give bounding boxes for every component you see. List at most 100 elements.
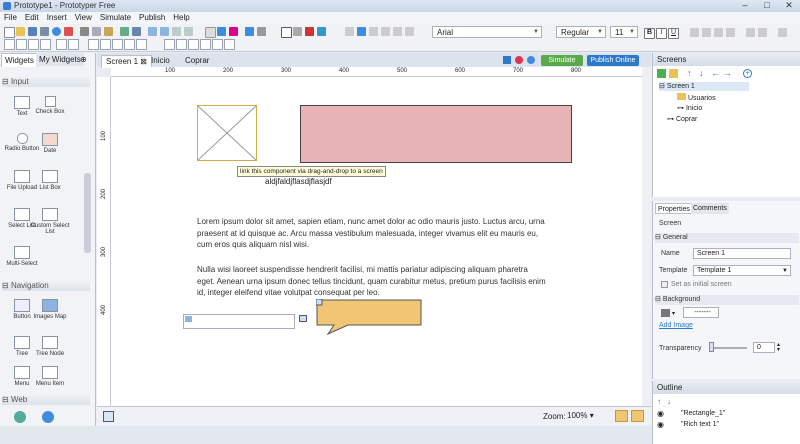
widget-menu-item[interactable]: Menu Item	[30, 366, 70, 387]
outline-item-rich-text[interactable]: "Rich text 1"	[681, 420, 719, 429]
label-text[interactable]: aldjfaldjflasdjflasjdf	[265, 177, 332, 186]
color-field[interactable]: -------	[683, 307, 719, 318]
close-button[interactable]: ✕	[778, 0, 800, 11]
small-tool-11[interactable]	[136, 39, 147, 50]
small-tool-6[interactable]	[68, 39, 79, 50]
pen-icon[interactable]	[305, 27, 314, 36]
small-tool-16[interactable]	[212, 39, 223, 50]
move-up-icon[interactable]: ↑	[657, 397, 661, 406]
menu-help[interactable]: Help	[169, 12, 193, 24]
font-size-select[interactable]: 11 ▼	[610, 26, 638, 38]
slider-thumb[interactable]	[709, 342, 714, 352]
add-screen-icon[interactable]	[657, 69, 666, 78]
widget-date[interactable]: Date	[30, 133, 70, 154]
style-icon[interactable]	[405, 27, 414, 36]
pointer-icon[interactable]	[245, 27, 254, 36]
menu-insert[interactable]: Insert	[43, 12, 71, 24]
menu-edit[interactable]: Edit	[21, 12, 43, 24]
section-input[interactable]: ⊟ Input	[2, 77, 90, 87]
info-icon[interactable]	[527, 56, 535, 64]
grid-toggle-icon[interactable]	[615, 410, 628, 422]
maximize-button[interactable]: □	[756, 0, 778, 11]
name-field[interactable]: Screen 1	[693, 248, 791, 259]
small-tool-15[interactable]	[200, 39, 211, 50]
justify-icon[interactable]	[726, 28, 735, 37]
select-icon[interactable]	[281, 27, 292, 38]
pin-icon[interactable]: ⊕	[80, 55, 87, 64]
italic-icon[interactable]: I	[656, 28, 667, 39]
align-left-icon[interactable]	[690, 28, 699, 37]
widget-custom-select-list[interactable]: Custom Select List	[30, 208, 70, 235]
paste-icon[interactable]	[104, 27, 113, 36]
image-placeholder[interactable]	[197, 105, 257, 161]
tree-item-screen-1[interactable]: ⊟ Screen 1	[659, 82, 749, 91]
small-tool-5[interactable]	[56, 39, 67, 50]
link-icon[interactable]	[299, 315, 307, 322]
group-general[interactable]: ⊟ General	[655, 233, 799, 243]
add-folder-icon[interactable]	[669, 69, 678, 78]
move-left-icon[interactable]: ←	[711, 69, 720, 78]
align-right-icon[interactable]	[714, 28, 723, 37]
group-icon[interactable]	[172, 27, 181, 36]
opacity-icon[interactable]	[393, 27, 402, 36]
small-tool-7[interactable]	[88, 39, 99, 50]
chevron-down-icon[interactable]: ▾	[672, 310, 675, 317]
underline-icon[interactable]: U	[668, 28, 679, 39]
new-icon[interactable]	[4, 27, 15, 38]
canvas-vertical-scrollbar[interactable]	[642, 67, 651, 406]
move-right-icon[interactable]: →	[723, 69, 732, 78]
template-select[interactable]: Template 1 ▼	[693, 265, 791, 276]
tree-item-inicio[interactable]: ⊶ Inicio	[677, 104, 702, 113]
design-canvas[interactable]: link this component via drag-and-drop to…	[111, 77, 642, 406]
brush-icon[interactable]	[317, 27, 326, 36]
fill-icon[interactable]	[357, 27, 366, 36]
lasso-icon[interactable]	[293, 27, 302, 36]
tab-comments[interactable]: Comments	[691, 203, 729, 214]
tab-inicio[interactable]: Inicio	[147, 55, 174, 67]
stepper-icon[interactable]: ▴ ▾	[777, 342, 780, 353]
tab-coprar[interactable]: Coprar	[181, 55, 213, 67]
close-icon[interactable]: ⊠	[140, 57, 147, 66]
cut-icon[interactable]	[80, 27, 89, 36]
bold-icon[interactable]: B	[644, 28, 655, 39]
font-style-select[interactable]: Regular ▼	[556, 26, 606, 38]
menu-simulate[interactable]: Simulate	[96, 12, 135, 24]
small-tool-13[interactable]	[176, 39, 187, 50]
zoom-select[interactable]: 100% ▾	[567, 410, 603, 422]
web-widget-icon[interactable]	[14, 411, 26, 423]
section-navigation[interactable]: ⊟ Navigation	[2, 281, 90, 291]
section-web[interactable]: ⊟ Web	[2, 395, 90, 405]
move-down-icon[interactable]: ↓	[667, 397, 671, 406]
globe-icon[interactable]	[52, 27, 61, 36]
ungroup-icon[interactable]	[184, 27, 193, 36]
small-tool-14[interactable]	[188, 39, 199, 50]
text-color-icon[interactable]	[778, 28, 787, 37]
eye-icon[interactable]: ◉	[657, 420, 664, 429]
small-tool-3[interactable]	[28, 39, 39, 50]
small-tool-4[interactable]	[40, 39, 51, 50]
rich-text-paragraph-1[interactable]: Lorem ipsum dolor sit amet, sapien etiam…	[197, 216, 547, 251]
globe-widget-icon[interactable]	[42, 411, 54, 423]
tree-item-coprar[interactable]: ⊶ Coprar	[667, 115, 697, 124]
redo-icon[interactable]	[132, 27, 141, 36]
text-input-widget[interactable]	[183, 314, 295, 329]
eye-icon[interactable]: ◉	[657, 409, 664, 418]
save-icon[interactable]	[28, 27, 37, 36]
align-icon[interactable]	[148, 27, 157, 36]
snap-toggle-icon[interactable]	[631, 410, 644, 422]
widget-images-map[interactable]: Images Map	[30, 299, 70, 320]
tree-item-usuarios[interactable]: Usuarios	[677, 93, 716, 103]
export-icon[interactable]	[64, 27, 73, 36]
add-image-link[interactable]: Add Image	[659, 322, 693, 329]
distribute-icon[interactable]	[160, 27, 169, 36]
outline-item-rectangle[interactable]: "Rectangle_1"	[681, 409, 725, 418]
menu-publish[interactable]: Publish	[135, 12, 169, 24]
font-family-select[interactable]: Arial ▼	[432, 26, 542, 38]
simulate-button[interactable]: Simulate	[541, 55, 583, 66]
tab-my-widgets[interactable]: My Widgets	[36, 53, 84, 66]
small-tool-9[interactable]	[112, 39, 123, 50]
fit-screen-icon[interactable]	[103, 411, 114, 422]
panel-scrollbar[interactable]	[84, 173, 91, 253]
copy-icon[interactable]	[92, 27, 101, 36]
small-tool-1[interactable]	[4, 39, 15, 50]
